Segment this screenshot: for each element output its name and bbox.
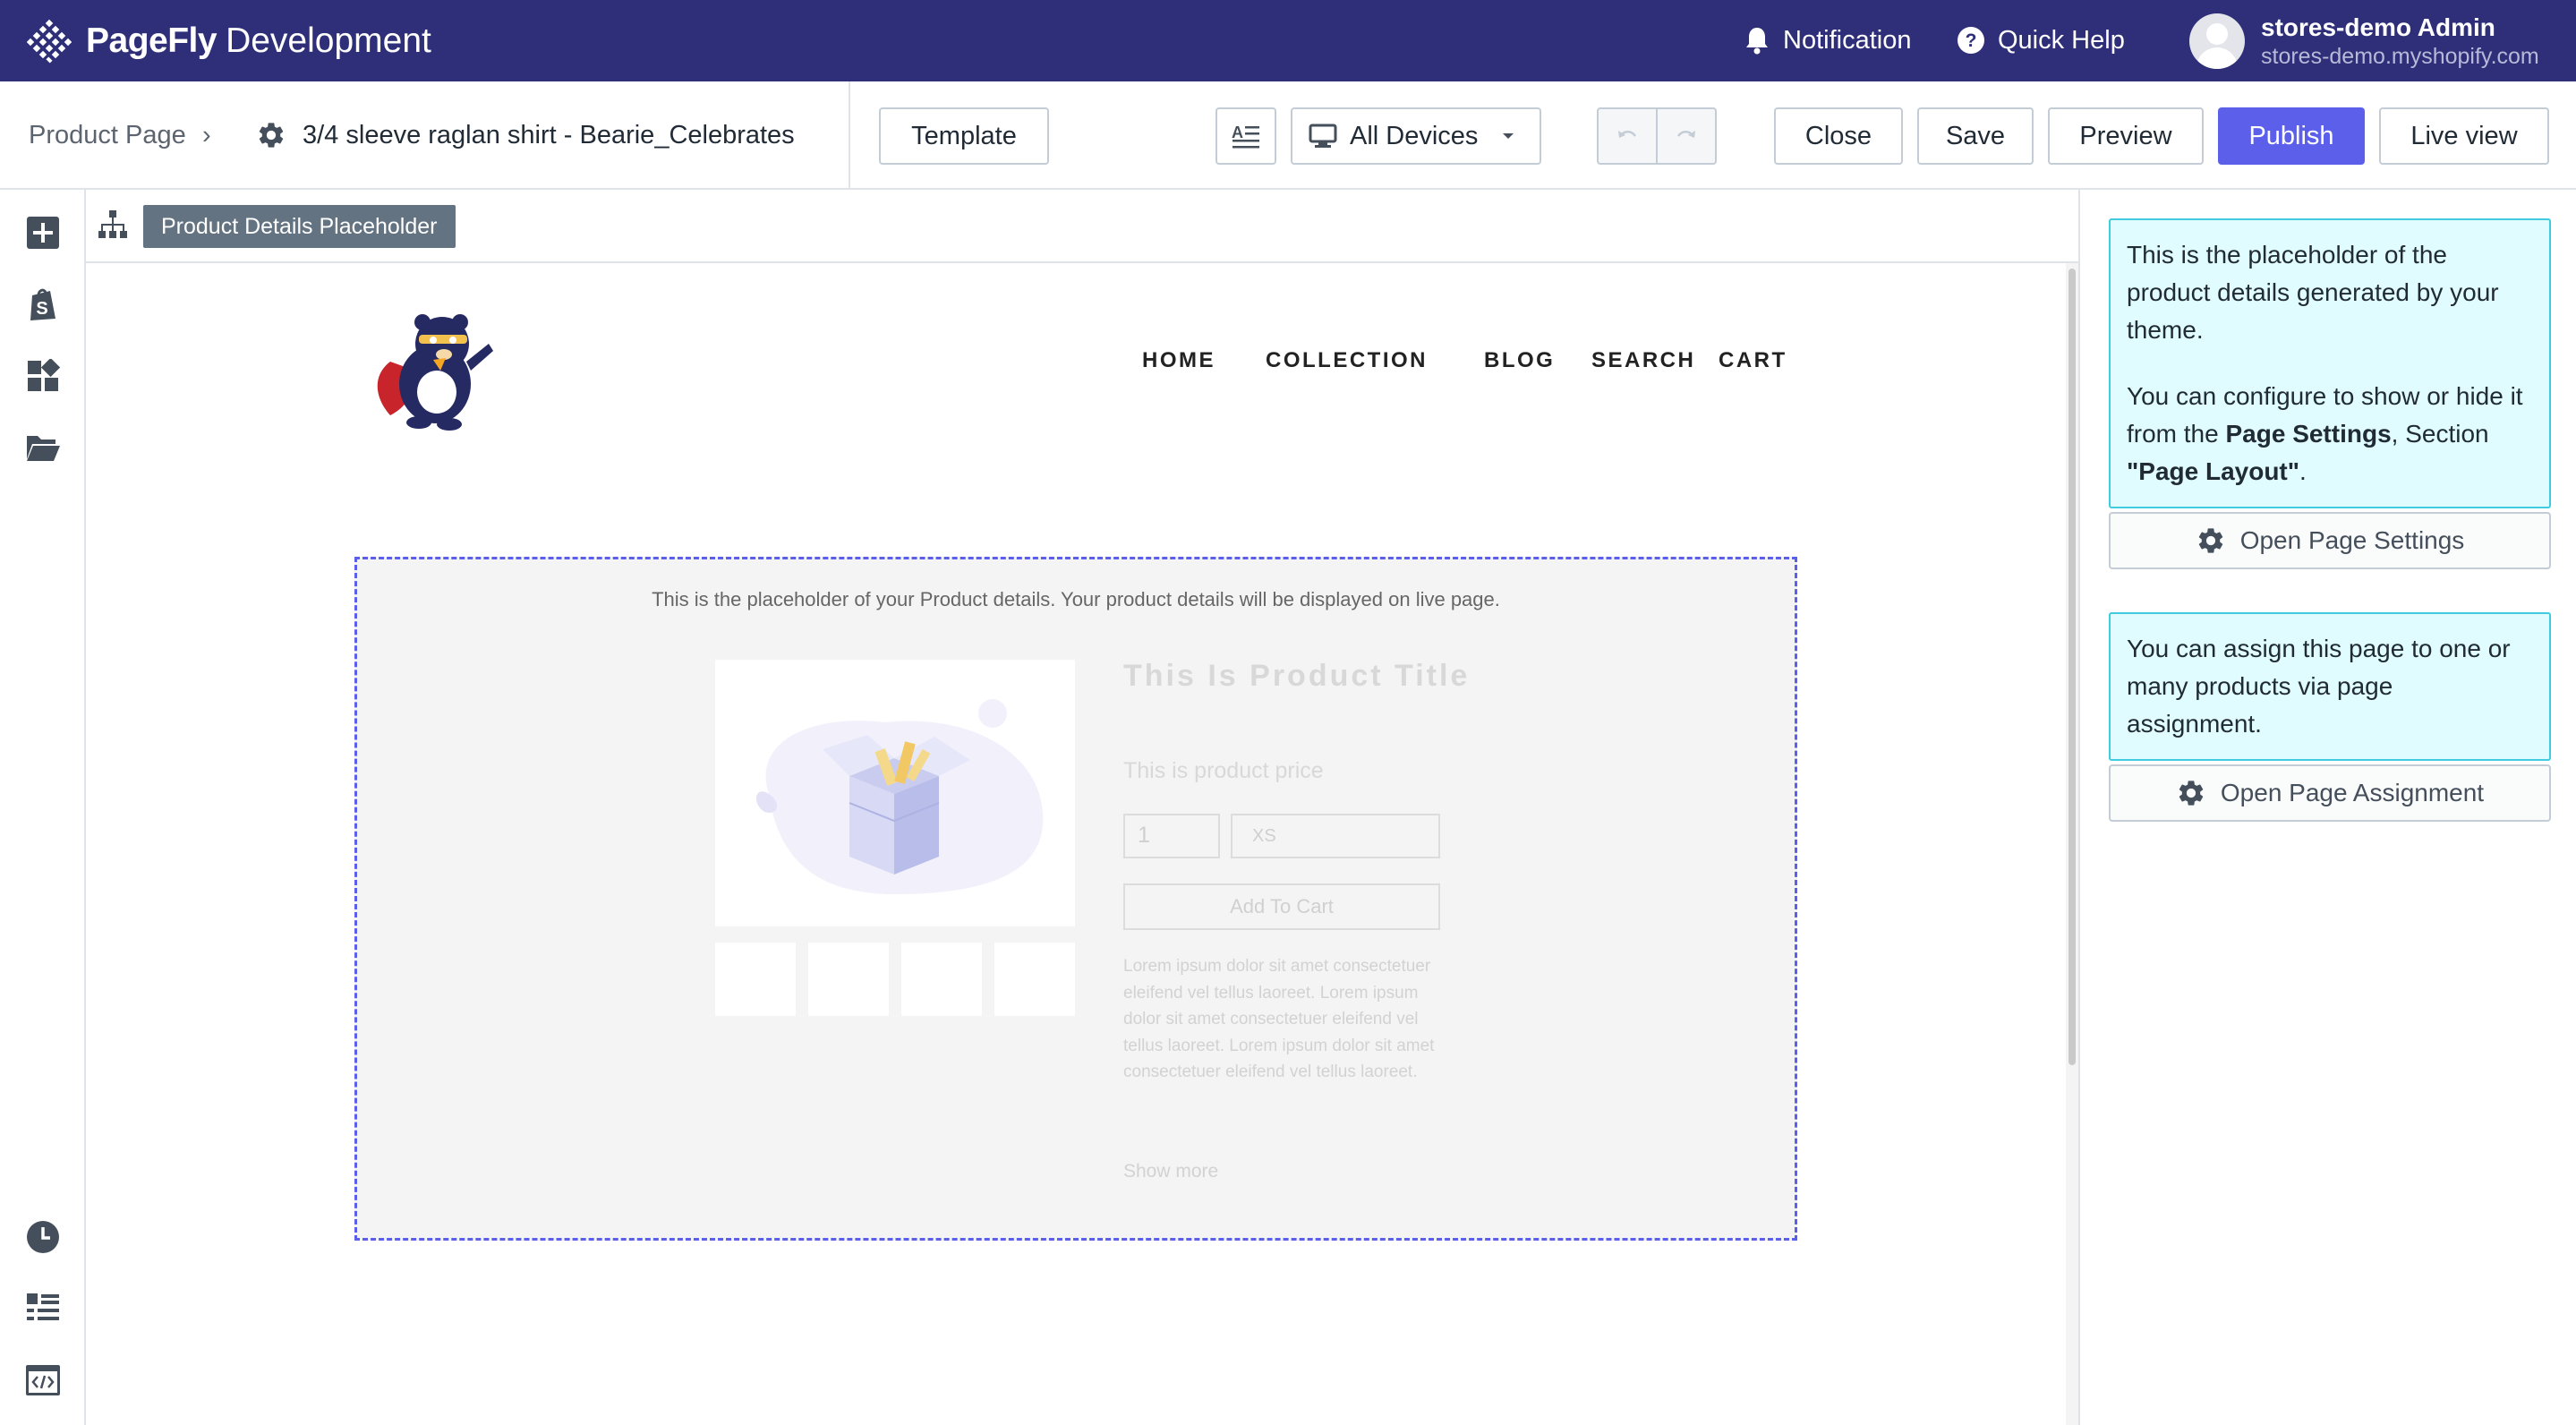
placeholder-info-text: This is the placeholder of the product d… bbox=[2127, 241, 2499, 344]
open-page-settings-label: Open Page Settings bbox=[2239, 526, 2465, 554]
hint-page-layout: "Page Layout" bbox=[2127, 457, 2300, 485]
thumbnail-2 bbox=[808, 943, 889, 1016]
toolbar-divider bbox=[849, 81, 850, 189]
notification-button[interactable]: Notification bbox=[1744, 20, 1911, 61]
notification-label: Notification bbox=[1783, 25, 1912, 55]
custom-code-icon bbox=[26, 1365, 60, 1395]
custom-code-button[interactable] bbox=[23, 1361, 63, 1400]
close-button[interactable]: Close bbox=[1774, 107, 1903, 165]
svg-text:A: A bbox=[1232, 124, 1243, 141]
folder-icon bbox=[27, 436, 60, 461]
selected-element-chip[interactable]: Product Details Placeholder bbox=[143, 205, 456, 248]
caret-down-icon bbox=[1503, 133, 1514, 139]
hint-text-middle: , Section bbox=[2391, 420, 2489, 448]
placeholder-note: This is the placeholder of your Product … bbox=[652, 588, 1500, 610]
svg-text:?: ? bbox=[1966, 30, 1977, 51]
store-nav-collection[interactable]: COLLECTION bbox=[1266, 348, 1428, 373]
gear-icon bbox=[2198, 528, 2222, 553]
widgets-icon bbox=[28, 359, 60, 391]
product-image-placeholder bbox=[715, 660, 1075, 926]
product-price: This is product price bbox=[1123, 758, 1324, 783]
left-icon-bar: S bbox=[0, 190, 86, 1425]
undo-button[interactable] bbox=[1599, 109, 1658, 163]
assignment-info-box: You can assign this page to one or many … bbox=[2109, 612, 2551, 761]
store-nav-blog[interactable]: BLOG bbox=[1484, 348, 1555, 373]
store-nav-home[interactable]: HOME bbox=[1142, 348, 1215, 373]
editor-toolbar: Product Page › 3/4 sleeve raglan shirt -… bbox=[0, 81, 2576, 190]
help-circle-icon: ? bbox=[1958, 27, 1984, 54]
gear-icon bbox=[259, 123, 284, 148]
breadcrumb-separator: › bbox=[202, 120, 211, 149]
quick-help-button[interactable]: ? Quick Help bbox=[1957, 20, 2125, 61]
publish-button[interactable]: Publish bbox=[2218, 107, 2365, 165]
editor-canvas[interactable]: HOME COLLECTION BLOG SEARCH CART This is… bbox=[86, 263, 2078, 1425]
outline-button[interactable] bbox=[23, 1289, 63, 1328]
brand-environment: Development bbox=[226, 21, 431, 60]
breadcrumb-page-name[interactable]: 3/4 sleeve raglan shirt - Bearie_Celebra… bbox=[256, 81, 795, 189]
bell-icon bbox=[1746, 28, 1768, 55]
open-page-assignment-label: Open Page Assignment bbox=[2220, 779, 2485, 806]
top-bar: PageFly Development Notification ? Quick… bbox=[0, 0, 2576, 81]
template-button[interactable]: Template bbox=[879, 107, 1049, 165]
product-title: This Is Product Title bbox=[1123, 659, 1471, 693]
svg-text:S: S bbox=[36, 299, 47, 319]
placeholder-info-box: This is the placeholder of the product d… bbox=[2109, 218, 2551, 508]
inspector-panel: This is the placeholder of the product d… bbox=[2078, 190, 2576, 1425]
store-nav-cart[interactable]: CART bbox=[1719, 348, 1787, 373]
device-select[interactable]: All Devices bbox=[1291, 107, 1541, 165]
page-name: 3/4 sleeve raglan shirt - Bearie_Celebra… bbox=[303, 120, 795, 149]
preview-button[interactable]: Preview bbox=[2048, 107, 2204, 165]
text-format-icon: A bbox=[1232, 124, 1259, 149]
shopify-icon: S bbox=[30, 288, 55, 320]
add-to-cart-button[interactable]: Add To Cart bbox=[1123, 883, 1440, 930]
save-button[interactable]: Save bbox=[1917, 107, 2034, 165]
undo-icon bbox=[1618, 131, 1637, 138]
thumbnail-4 bbox=[994, 943, 1075, 1016]
user-name: stores-demo Admin bbox=[2261, 13, 2495, 41]
sitemap-icon[interactable] bbox=[98, 209, 127, 240]
quick-help-label: Quick Help bbox=[1998, 25, 2125, 55]
page-manager-button[interactable] bbox=[23, 428, 63, 467]
product-details-placeholder[interactable]: This is the placeholder of your Product … bbox=[354, 557, 1797, 1241]
open-box-illustration-icon bbox=[755, 699, 1044, 894]
open-page-assignment-button[interactable]: Open Page Assignment bbox=[2109, 764, 2551, 822]
desktop-icon bbox=[1309, 124, 1337, 148]
brand-name: PageFly bbox=[86, 21, 218, 60]
user-shop-domain: stores-demo.myshopify.com bbox=[2261, 44, 2539, 69]
text-editor-button[interactable]: A bbox=[1215, 107, 1276, 165]
brand[interactable]: PageFly Development bbox=[27, 16, 431, 66]
redo-button[interactable] bbox=[1658, 109, 1715, 163]
hint-page-settings: Page Settings bbox=[2225, 420, 2392, 448]
live-view-button[interactable]: Live view bbox=[2379, 107, 2549, 165]
add-element-icon bbox=[27, 217, 59, 249]
avatar bbox=[2189, 13, 2245, 69]
hint-text-end: . bbox=[2299, 457, 2307, 485]
thumbnail-1 bbox=[715, 943, 796, 1016]
assignment-info-text: You can assign this page to one or many … bbox=[2127, 635, 2511, 738]
device-label: All Devices bbox=[1350, 121, 1479, 150]
history-button[interactable] bbox=[23, 1217, 63, 1257]
outline-icon bbox=[27, 1293, 59, 1320]
history-icon bbox=[27, 1221, 59, 1253]
canvas-scroll-thumb[interactable] bbox=[2068, 269, 2076, 1065]
user-menu[interactable]: stores-demo Admin stores-demo.myshopify.… bbox=[2189, 9, 2539, 73]
redo-icon bbox=[1676, 131, 1695, 138]
store-nav-search[interactable]: SEARCH bbox=[1591, 348, 1695, 373]
pagefly-logo-icon bbox=[27, 19, 72, 64]
open-page-settings-button[interactable]: Open Page Settings bbox=[2109, 512, 2551, 569]
bear-mascot-logo-icon[interactable] bbox=[363, 299, 498, 433]
product-description: Lorem ipsum dolor sit amet consectetuer … bbox=[1123, 957, 1435, 1081]
variant-select[interactable]: XS bbox=[1231, 814, 1440, 858]
page-settings-hint: You can configure to show or hide it fro… bbox=[2127, 378, 2533, 491]
gear-icon bbox=[2179, 781, 2204, 806]
add-element-button[interactable] bbox=[23, 213, 63, 252]
thumbnail-3 bbox=[901, 943, 982, 1016]
undo-redo-group bbox=[1597, 107, 1717, 165]
quantity-input[interactable]: 1 bbox=[1123, 814, 1220, 858]
show-more-link[interactable]: Show more bbox=[1123, 1161, 1218, 1182]
breadcrumb-product-page[interactable]: Product Page bbox=[29, 81, 186, 189]
widgets-button[interactable] bbox=[23, 356, 63, 396]
element-breadcrumb-bar: Product Details Placeholder bbox=[86, 190, 2078, 263]
shopify-elements-button[interactable]: S bbox=[23, 285, 63, 324]
